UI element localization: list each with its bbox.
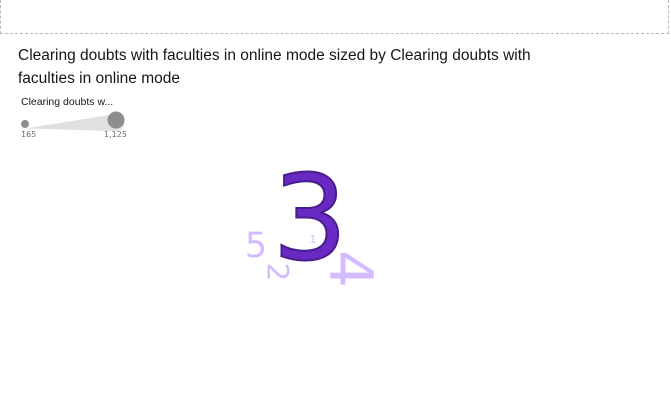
word-5[interactable]: 5 — [245, 226, 267, 266]
word-1[interactable]: 1 — [310, 233, 317, 246]
word-cloud: 34521 — [245, 148, 384, 288]
word-4[interactable]: 4 — [315, 250, 384, 288]
word-2[interactable]: 2 — [261, 263, 295, 282]
